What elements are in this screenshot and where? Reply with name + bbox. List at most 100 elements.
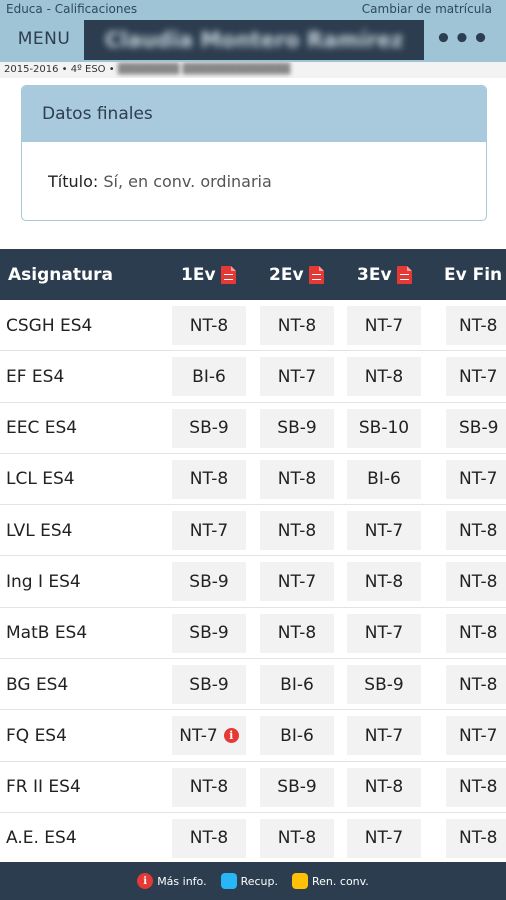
grade-value: BI-6 (280, 725, 314, 746)
grade-eval-1[interactable]: NT-8 (172, 459, 246, 499)
grade-value: SB-9 (189, 674, 229, 695)
table-row[interactable]: FR II ES4 NT-8 SB-9 NT-8 NT-8 (0, 762, 506, 813)
info-icon[interactable]: i (223, 728, 239, 744)
grade-eval-1[interactable]: SB-9 (172, 613, 246, 653)
legend-more-info: i Más info. (137, 873, 207, 889)
subject-name: MatB ES4 (6, 623, 88, 644)
header-eval-2-label: 2Ev (269, 264, 304, 285)
grade-eval-2[interactable]: SB-9 (260, 767, 334, 807)
grade-eval-1[interactable]: NT-7 (172, 511, 246, 551)
grade-eval-final[interactable]: NT-8 (446, 511, 506, 551)
table-row[interactable]: Ing I ES4 SB-9 NT-7 NT-8 NT-8 (0, 556, 506, 608)
grade-eval-2[interactable]: NT-7 (260, 562, 334, 602)
grade-eval-final[interactable]: NT-8 (446, 562, 506, 602)
year-course: 2015-2016 • 4º ESO • (4, 64, 115, 75)
header-eval-1[interactable]: 1Ev (181, 249, 236, 300)
legend-recovery: Recup. (220, 873, 278, 889)
grade-eval-1[interactable]: NT-8 (172, 306, 246, 345)
enrollment-info: 2015-2016 • 4º ESO • ████████ ██████████… (0, 62, 506, 78)
table-row[interactable]: LCL ES4 NT-8 NT-8 BI-6 NT-7 (0, 454, 506, 506)
header-eval-3[interactable]: 3Ev (357, 249, 412, 300)
grade-eval-3[interactable]: NT-8 (347, 562, 421, 602)
subject-name: A.E. ES4 (6, 828, 77, 849)
header-eval-2[interactable]: 2Ev (269, 249, 324, 300)
pdf-report-icon[interactable] (220, 265, 236, 284)
menu-button[interactable]: MENU (4, 20, 84, 58)
more-options-button[interactable]: ••• (424, 20, 502, 58)
grade-eval-3[interactable]: NT-7 (347, 716, 421, 756)
table-row[interactable]: EF ES4 BI-6 NT-7 NT-8 NT-7 (0, 351, 506, 403)
header-eval-1-label: 1Ev (181, 264, 216, 285)
final-data-title: Datos finales (22, 86, 486, 142)
grade-eval-final[interactable]: NT-8 (446, 818, 506, 858)
grade-eval-final[interactable]: NT-8 (446, 306, 506, 345)
change-enrollment-link[interactable]: Cambiar de matrícula (362, 2, 492, 16)
grade-value: NT-8 (277, 469, 317, 490)
grade-value: NT-8 (277, 828, 317, 849)
grade-eval-2[interactable]: NT-8 (260, 818, 334, 858)
grade-eval-3[interactable]: NT-7 (347, 818, 421, 858)
recovery-swatch-icon (220, 873, 237, 889)
grade-eval-final[interactable]: NT-7 (446, 459, 506, 499)
grade-eval-1[interactable]: SB-9 (172, 665, 246, 705)
grade-eval-final[interactable]: NT-8 (446, 767, 506, 807)
grade-value: NT-8 (459, 315, 498, 336)
grade-eval-2[interactable]: BI-6 (260, 665, 334, 705)
grade-eval-final[interactable]: NT-8 (446, 613, 506, 653)
grade-eval-2[interactable]: NT-8 (260, 459, 334, 499)
grade-value: NT-7 (459, 366, 498, 387)
grade-eval-3[interactable]: SB-10 (347, 408, 421, 448)
legend-renounce-label: Ren. conv. (312, 874, 369, 888)
grade-eval-2[interactable]: SB-9 (260, 408, 334, 448)
grade-value: NT-7 (277, 571, 317, 592)
grade-eval-1[interactable]: NT-8 (172, 767, 246, 807)
legend-renounce: Ren. conv. (292, 873, 369, 889)
grade-eval-3[interactable]: NT-8 (347, 767, 421, 807)
grade-eval-1[interactable]: SB-9 (172, 408, 246, 448)
header-eval-final-label: Ev Fin (444, 264, 503, 285)
grade-eval-3[interactable]: NT-7 (347, 511, 421, 551)
grade-eval-3[interactable]: NT-7 (347, 613, 421, 653)
subject-name: FQ ES4 (6, 725, 67, 746)
header-eval-final[interactable]: Ev Fin (444, 249, 506, 300)
grade-value: BI-6 (280, 674, 314, 695)
grade-eval-2[interactable]: NT-8 (260, 613, 334, 653)
pdf-report-icon[interactable] (396, 265, 412, 284)
grade-value: SB-9 (189, 571, 229, 592)
table-row[interactable]: MatB ES4 SB-9 NT-8 NT-7 NT-8 (0, 608, 506, 660)
grade-eval-final[interactable]: NT-8 (446, 665, 506, 705)
grades-table-header: Asignatura 1Ev 2Ev 3Ev Ev Fin (0, 249, 506, 300)
grade-value: NT-8 (277, 520, 317, 541)
grade-eval-final[interactable]: NT-7 (446, 357, 506, 397)
grade-eval-2[interactable]: NT-8 (260, 306, 334, 345)
pdf-report-icon[interactable] (308, 265, 324, 284)
grade-eval-2[interactable]: BI-6 (260, 716, 334, 756)
table-row[interactable]: A.E. ES4 NT-8 NT-8 NT-7 NT-8 (0, 813, 506, 865)
grade-eval-3[interactable]: BI-6 (347, 459, 421, 499)
grade-eval-3[interactable]: NT-7 (347, 306, 421, 345)
table-row[interactable]: LVL ES4 NT-7 NT-8 NT-7 NT-8 (0, 505, 506, 557)
grade-eval-final[interactable]: SB-9 (446, 408, 506, 448)
table-row[interactable]: CSGH ES4 NT-8 NT-8 NT-7 NT-8 (0, 300, 506, 352)
grade-value: NT-8 (277, 315, 317, 336)
subject-name: LVL ES4 (6, 520, 73, 541)
grade-value: NT-8 (189, 828, 229, 849)
grade-eval-3[interactable]: SB-9 (347, 665, 421, 705)
legend-more-info-label: Más info. (157, 874, 207, 888)
table-row[interactable]: EEC ES4 SB-9 SB-9 SB-10 SB-9 (0, 403, 506, 454)
grade-eval-1[interactable]: BI-6 (172, 357, 246, 397)
grade-eval-1[interactable]: NT-7 i (172, 716, 246, 756)
grade-value: SB-10 (358, 418, 410, 439)
info-icon: i (137, 873, 154, 889)
grade-eval-1[interactable]: SB-9 (172, 562, 246, 602)
grade-value: NT-7 (459, 725, 498, 746)
grade-value: SB-9 (364, 674, 404, 695)
grade-eval-2[interactable]: NT-8 (260, 511, 334, 551)
grade-eval-2[interactable]: NT-7 (260, 357, 334, 397)
grade-value: SB-9 (277, 777, 317, 798)
table-row[interactable]: FQ ES4 NT-7 i BI-6 NT-7 NT-7 (0, 710, 506, 762)
grade-eval-final[interactable]: NT-7 (446, 716, 506, 756)
table-row[interactable]: BG ES4 SB-9 BI-6 SB-9 NT-8 (0, 659, 506, 711)
grade-eval-1[interactable]: NT-8 (172, 818, 246, 858)
grade-eval-3[interactable]: NT-8 (347, 357, 421, 397)
